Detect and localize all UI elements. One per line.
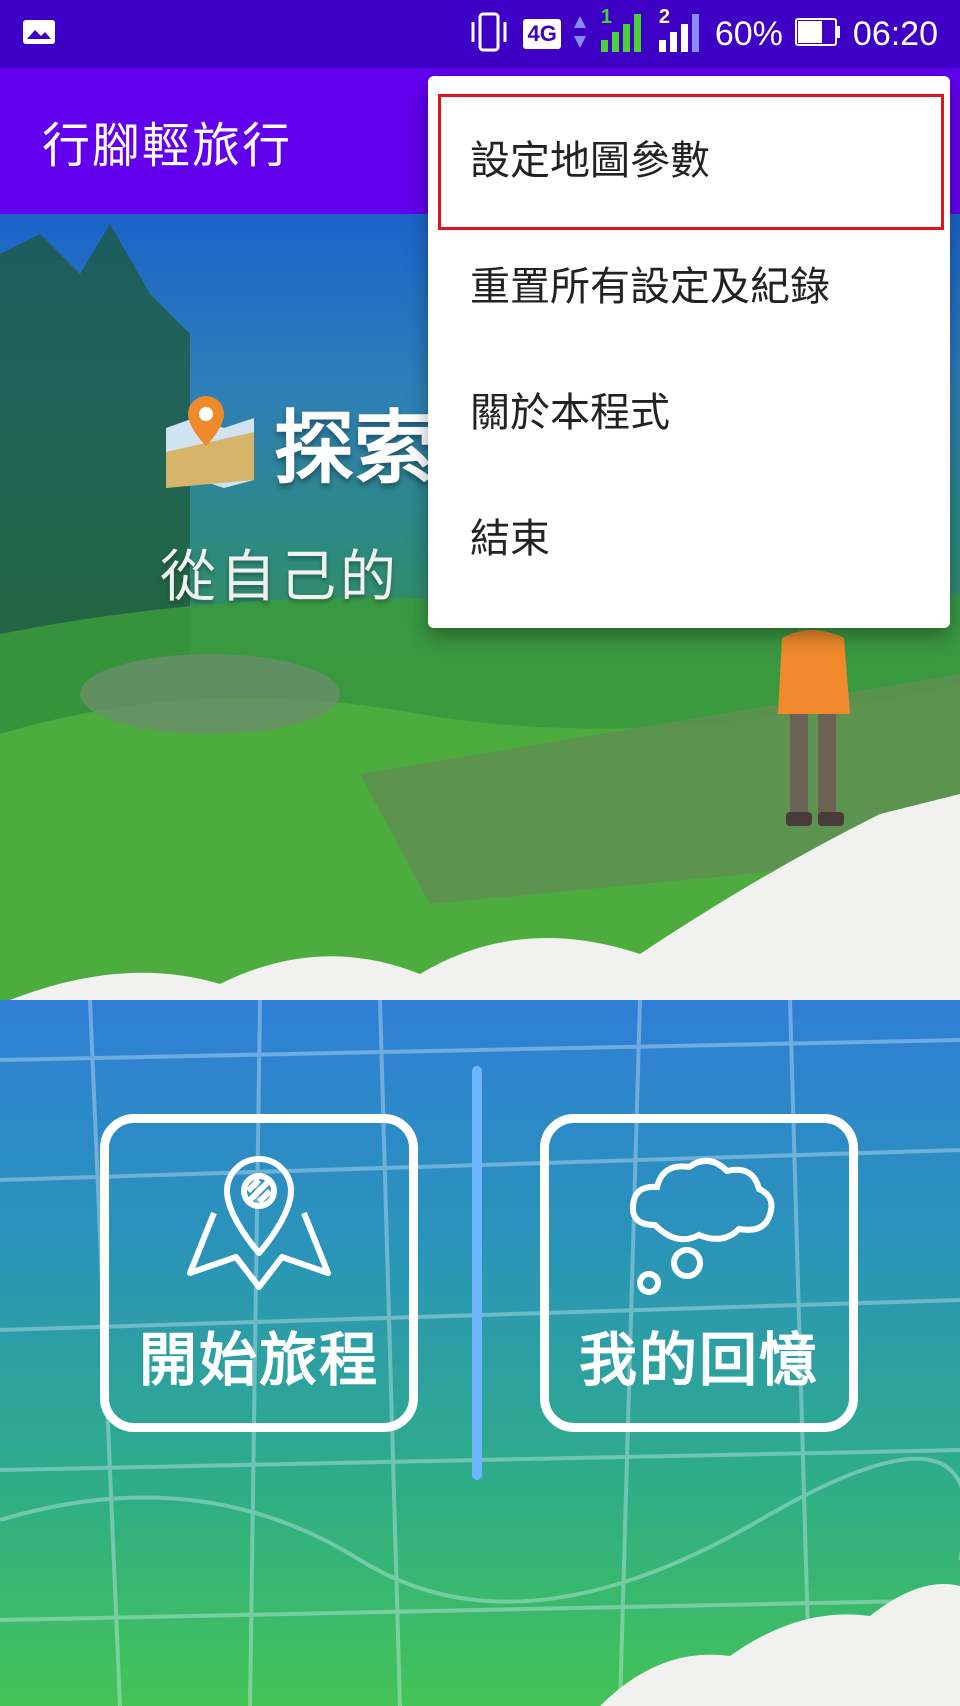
hero-logo: 探索 <box>160 384 434 500</box>
map-location-icon <box>184 1153 334 1297</box>
gallery-notification-icon <box>22 19 56 49</box>
sim1-signal-icon: 1 <box>599 6 645 58</box>
clock: 06:20 <box>852 14 938 53</box>
status-bar: 4G 1 2 60% 06:20 <box>0 0 960 68</box>
vibrate-icon <box>467 12 511 56</box>
my-memories-button[interactable]: 我的回憶 <box>540 1114 858 1432</box>
menu-item-map-settings[interactable]: 設定地圖參數 <box>428 94 950 230</box>
menu-item-reset-all[interactable]: 重置所有設定及紀錄 <box>428 220 950 346</box>
torn-paper-corner <box>600 1584 960 1706</box>
thought-cloud-icon <box>619 1153 779 1307</box>
map-pin-logo-icon <box>160 392 260 492</box>
start-journey-button[interactable]: 開始旅程 <box>100 1114 418 1432</box>
sim2-label: 2 <box>658 6 670 28</box>
hero-headline: 探索 <box>274 402 434 495</box>
hero-subtitle: 從自己的 <box>160 545 400 610</box>
my-memories-label: 我的回憶 <box>578 1326 819 1394</box>
data-arrows-icon <box>573 14 587 54</box>
start-journey-label: 開始旅程 <box>138 1326 379 1394</box>
battery-percent: 60% <box>714 14 783 53</box>
overflow-menu: 設定地圖參數 重置所有設定及紀錄 關於本程式 結束 <box>428 76 950 628</box>
hiker-illustration <box>760 594 870 848</box>
tile-divider <box>472 1066 482 1480</box>
network-type-badge: 4G <box>523 19 561 49</box>
menu-item-exit[interactable]: 結束 <box>428 472 950 598</box>
menu-item-about[interactable]: 關於本程式 <box>428 346 950 472</box>
app-title: 行腳輕旅行 <box>42 118 293 174</box>
sim1-label: 1 <box>600 6 612 28</box>
battery-icon <box>794 17 841 51</box>
sim2-signal-icon: 2 <box>657 6 703 58</box>
